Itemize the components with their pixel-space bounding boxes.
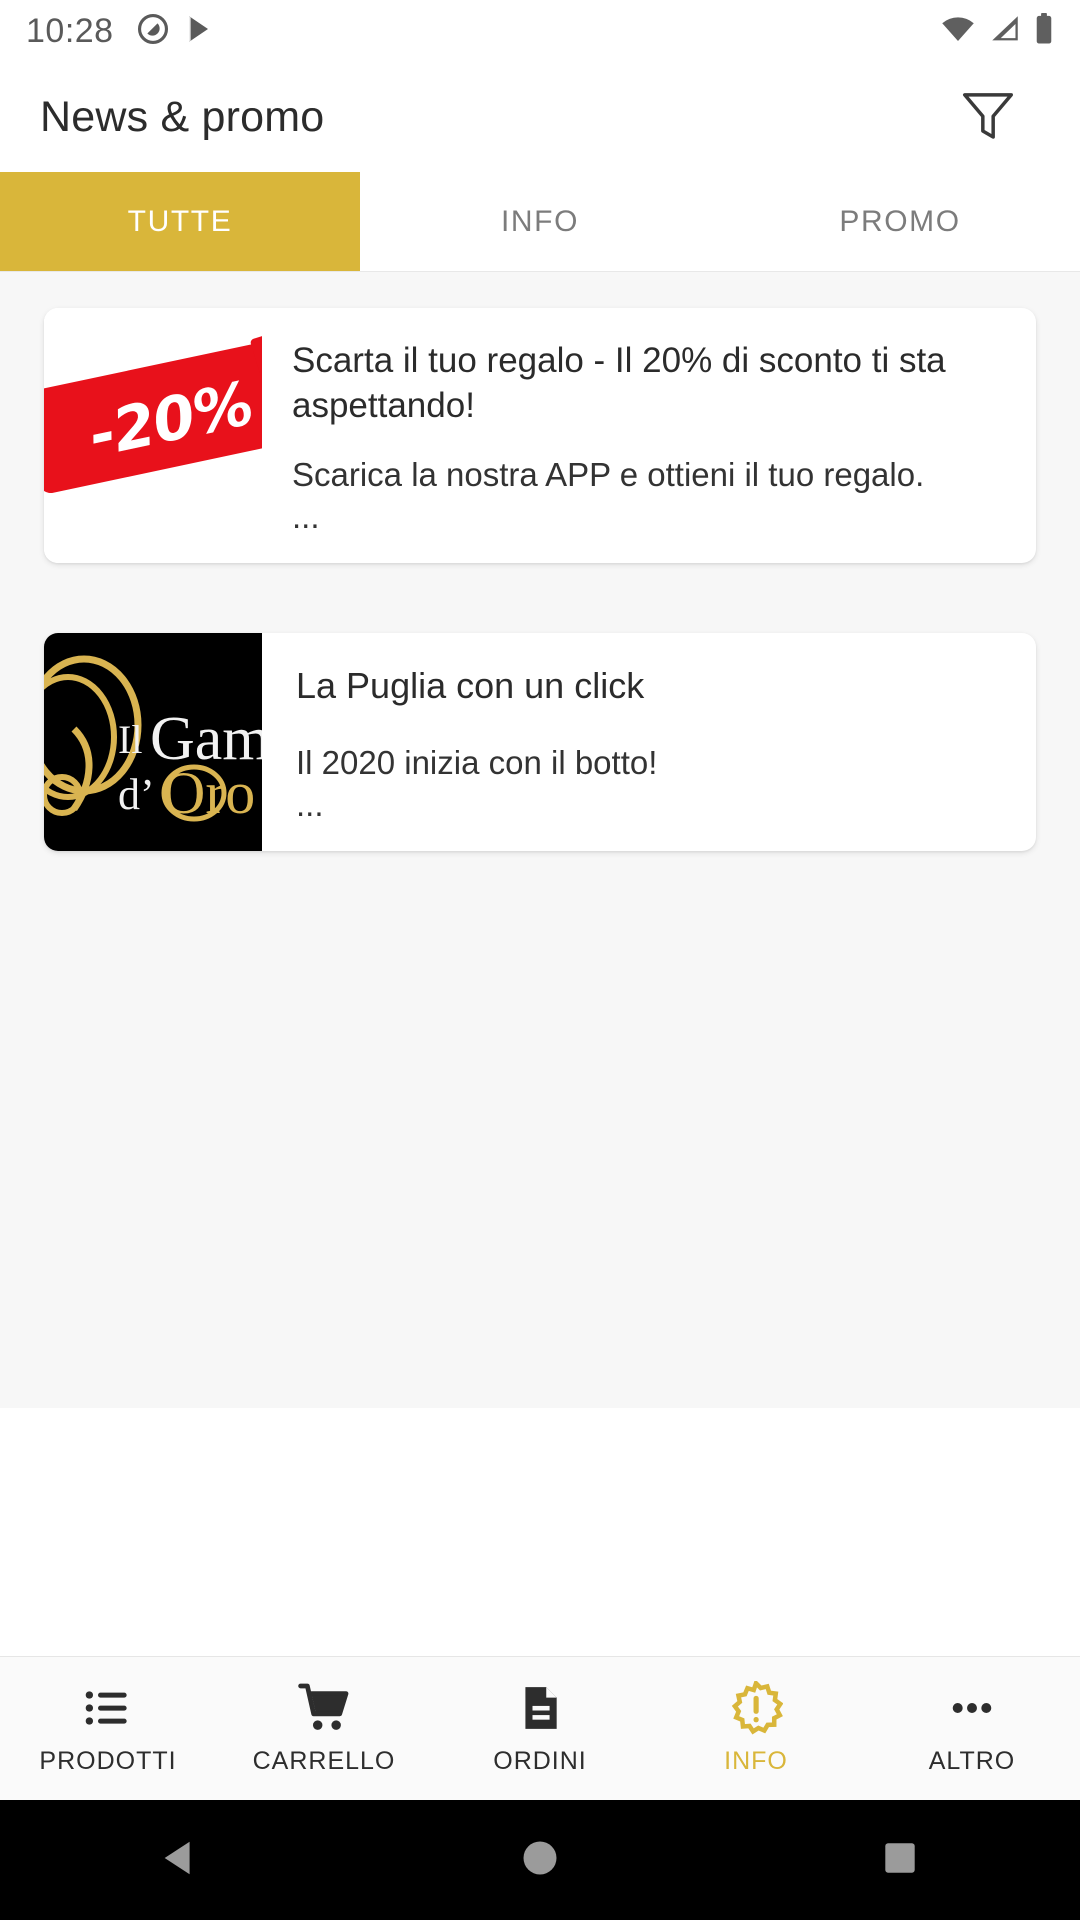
news-card-ellipsis: ... <box>296 786 324 823</box>
tab-info[interactable]: INFO <box>360 172 720 271</box>
list-icon <box>82 1681 134 1735</box>
home-button[interactable] <box>480 1800 600 1920</box>
tab-promo-label: PROMO <box>839 204 961 238</box>
cellular-signal-icon <box>988 14 1022 49</box>
dnd-circle-icon <box>136 12 170 51</box>
logo-artwork: Il Gam d’ Oro <box>44 655 262 826</box>
tab-tutte-label: TUTTE <box>127 204 233 238</box>
news-card-promo[interactable]: -20% Scarta il tuo regalo - Il 20% di sc… <box>44 308 1036 563</box>
bottom-navigation-bar: PRODOTTI CARRELLO ORDINI INFO ALTRO <box>0 1656 1080 1800</box>
app-bar: News & promo <box>0 62 1080 172</box>
nav-item-ordini[interactable]: ORDINI <box>432 1657 648 1800</box>
news-card-description: Scarica la nostra APP e ottieni il tuo r… <box>292 456 925 493</box>
svg-text:Il: Il <box>118 717 142 762</box>
app-bar-actions <box>948 77 1040 157</box>
news-card-body: La Puglia con un click Il 2020 inizia co… <box>262 633 1036 851</box>
promo-discount-image: -20% <box>44 308 262 563</box>
nav-item-prodotti[interactable]: PRODOTTI <box>0 1657 216 1800</box>
nav-item-altro[interactable]: ALTRO <box>864 1657 1080 1800</box>
news-card-description: Il 2020 inizia con il botto! <box>296 744 658 781</box>
play-store-icon <box>184 12 216 51</box>
tab-tutte[interactable]: TUTTE <box>0 172 360 271</box>
nav-item-ordini-label: ORDINI <box>493 1747 587 1775</box>
triangle-back-icon <box>157 1835 203 1886</box>
filter-button[interactable] <box>948 77 1028 157</box>
more-dots-icon <box>946 1681 998 1735</box>
tab-info-label: INFO <box>500 204 580 238</box>
nav-item-carrello[interactable]: CARRELLO <box>216 1657 432 1800</box>
status-bar-clock: 10:28 <box>26 11 114 50</box>
tab-bar: TUTTE INFO PROMO <box>0 172 1080 272</box>
nav-item-info-label: INFO <box>724 1747 788 1775</box>
wifi-icon <box>940 14 976 49</box>
nav-item-info[interactable]: INFO <box>648 1657 864 1800</box>
status-bar-notification-icons <box>136 12 216 51</box>
news-card-body: Scarta il tuo regalo - Il 20% di sconto … <box>262 308 1036 563</box>
tab-promo[interactable]: PROMO <box>720 172 1080 271</box>
news-card-title: La Puglia con un click <box>296 665 645 706</box>
news-card-thumbnail: -20% <box>44 308 262 563</box>
news-card-ellipsis: ... <box>292 498 320 535</box>
document-icon <box>515 1681 565 1735</box>
news-card-thumbnail: Il Gam d’ Oro <box>44 633 262 851</box>
battery-icon <box>1034 12 1054 50</box>
android-system-navigation-bar <box>0 1800 1080 1920</box>
il-gambero-doro-logo-image: Il Gam d’ Oro <box>44 633 262 851</box>
status-bar: 10:28 <box>0 0 1080 62</box>
filter-icon <box>957 84 1019 151</box>
back-button[interactable] <box>120 1800 240 1920</box>
status-bar-system-icons <box>940 12 1054 50</box>
news-card-puglia[interactable]: Il Gam d’ Oro La Puglia con un click Il … <box>44 633 1036 851</box>
recents-button[interactable] <box>840 1800 960 1920</box>
news-card-title: Scarta il tuo regalo - Il 20% di sconto … <box>292 341 946 425</box>
nav-item-altro-label: ALTRO <box>928 1747 1016 1775</box>
nav-item-prodotti-label: PRODOTTI <box>39 1747 177 1775</box>
square-recents-icon <box>879 1837 921 1884</box>
nav-item-carrello-label: CARRELLO <box>252 1747 396 1775</box>
info-burst-icon <box>729 1681 783 1735</box>
page-title: News & promo <box>40 92 325 141</box>
shopping-cart-icon <box>297 1681 351 1735</box>
circle-home-icon <box>518 1836 562 1885</box>
svg-text:d’: d’ <box>118 770 155 819</box>
news-list: -20% Scarta il tuo regalo - Il 20% di sc… <box>0 272 1080 1408</box>
